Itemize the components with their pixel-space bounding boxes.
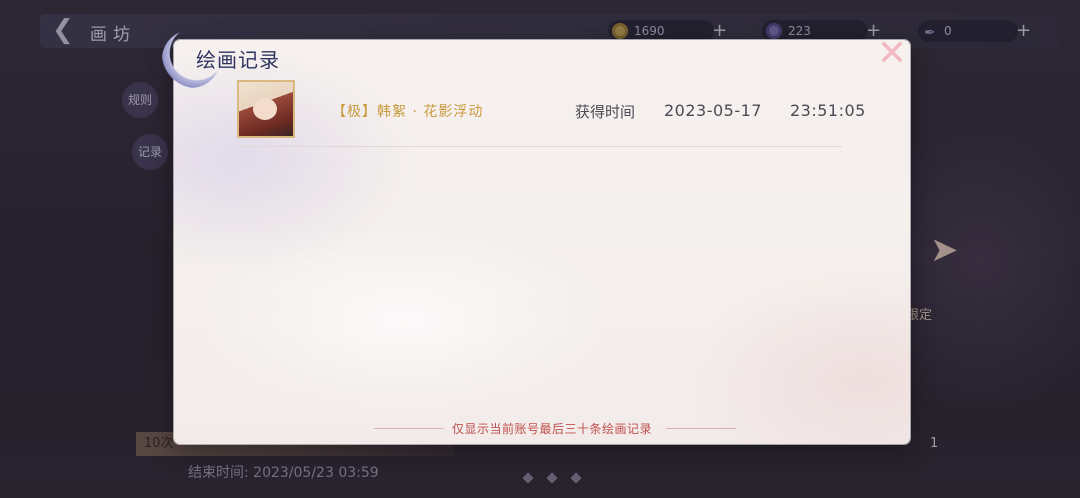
row-divider [236, 146, 842, 147]
footer-divider-right [666, 428, 736, 429]
close-icon[interactable]: ✕ [872, 34, 912, 74]
footer-divider-left [374, 428, 444, 429]
avatar [237, 80, 295, 138]
record-time: 23:51:05 [790, 101, 866, 120]
avatar-face [253, 98, 277, 120]
footer-note: 仅显示当前账号最后三十条绘画记录 [452, 422, 653, 436]
modal-title: 绘画记录 [196, 48, 280, 72]
record-time-label: 获得时间 [575, 103, 636, 121]
record-date: 2023-05-17 [664, 101, 762, 120]
record-item-name: 【极】韩絮 · 花影浮动 [332, 104, 484, 120]
